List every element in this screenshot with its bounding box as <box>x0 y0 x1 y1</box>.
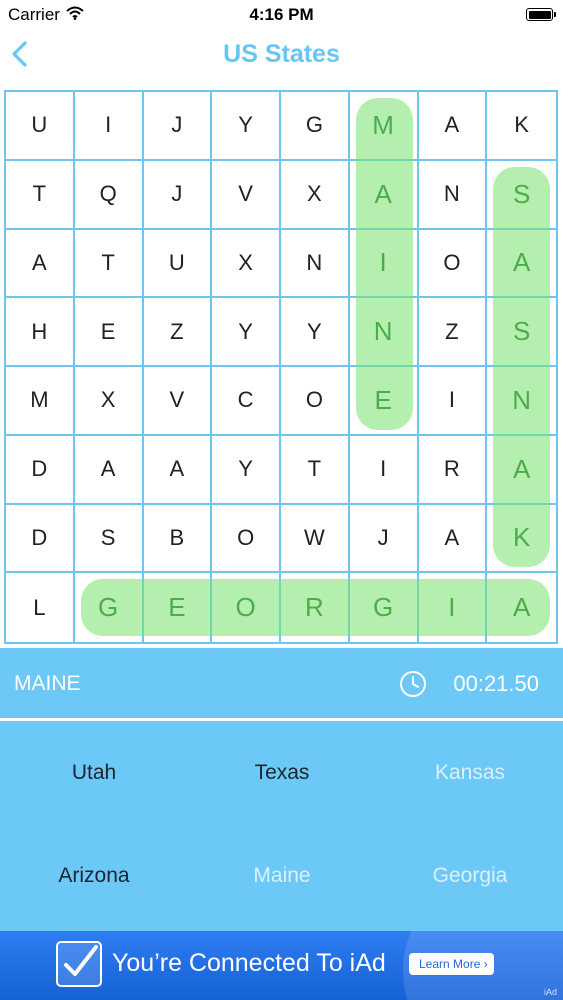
grid-cell[interactable]: B <box>143 504 213 574</box>
grid-cell[interactable]: S <box>487 161 556 230</box>
word-maine: Maine <box>253 864 311 887</box>
grid-cell[interactable]: X <box>74 367 144 436</box>
word-utah: Utah <box>71 761 117 784</box>
grid-cell[interactable]: A <box>418 92 488 161</box>
grid-cell[interactable]: G <box>350 573 419 642</box>
grid-cell[interactable]: R <box>418 435 488 505</box>
grid-cell[interactable]: N <box>418 160 488 230</box>
word-search-grid[interactable]: UIJYGMAKTQJVXANSATUXNIOAHEZYYNZSMXVCOEIN… <box>4 90 558 644</box>
timer: 00:21.50 <box>453 671 539 696</box>
grid-cell[interactable]: L <box>6 573 75 642</box>
grid-cell[interactable]: I <box>349 229 419 299</box>
grid-cell[interactable]: M <box>349 92 419 161</box>
grid-cell[interactable]: I <box>418 367 488 436</box>
grid-cell[interactable]: N <box>281 229 350 299</box>
grid-cell[interactable]: O <box>418 229 488 299</box>
learn-more-label: Learn More <box>419 957 481 971</box>
grid-cell[interactable]: S <box>74 504 144 574</box>
grid-cell[interactable]: J <box>143 160 213 230</box>
word-texas: Texas <box>254 761 310 784</box>
grid-cell[interactable]: Z <box>418 298 488 367</box>
chevron-right-icon: › <box>483 957 488 971</box>
grid-cell[interactable]: U <box>6 92 75 161</box>
grid-cell[interactable]: R <box>281 573 350 642</box>
grid-cell[interactable]: C <box>212 367 281 436</box>
grid-cell[interactable]: A <box>487 573 556 642</box>
checkmark-icon <box>56 941 102 987</box>
grid-cell[interactable]: D <box>6 435 75 505</box>
learn-more-button[interactable]: Learn More › <box>409 953 494 975</box>
status-strip: MAINE 00:21.50 <box>0 648 563 718</box>
grid-cell[interactable]: W <box>281 504 350 574</box>
grid-cell[interactable]: V <box>212 160 281 230</box>
page-title: US States <box>223 40 340 68</box>
iad-badge: iAd <box>543 987 557 997</box>
grid-cell[interactable]: J <box>143 92 213 161</box>
battery-icon <box>526 8 556 21</box>
grid-cell[interactable]: H <box>6 298 75 367</box>
grid-cell[interactable]: A <box>349 160 419 230</box>
grid-cell[interactable]: K <box>487 505 556 574</box>
word-georgia: Georgia <box>432 864 508 887</box>
grid-cell[interactable]: A <box>487 436 556 505</box>
grid-cell[interactable]: K <box>487 92 556 161</box>
grid-cell[interactable]: N <box>487 367 556 436</box>
clock-time: 4:16 PM <box>249 5 314 24</box>
grid-cell[interactable]: A <box>487 230 556 299</box>
grid-cell[interactable]: S <box>487 298 556 367</box>
status-bar: Carrier 4:16 PM <box>0 0 563 30</box>
grid-cell[interactable]: Q <box>74 160 144 230</box>
current-word-label: MAINE <box>14 672 81 695</box>
grid-cell[interactable]: D <box>6 504 75 574</box>
grid-cell[interactable]: E <box>74 298 144 367</box>
grid-cell[interactable]: V <box>143 367 213 436</box>
grid-cell[interactable]: G <box>281 92 350 161</box>
ad-text: You’re Connected To iAd <box>112 949 386 977</box>
grid-cell[interactable]: A <box>418 504 488 574</box>
grid-cell[interactable]: J <box>349 504 419 574</box>
grid-cell[interactable]: Y <box>281 298 350 367</box>
grid-cell[interactable]: U <box>143 229 213 299</box>
grid-cell[interactable]: X <box>281 160 350 230</box>
grid-cell[interactable]: E <box>144 573 213 642</box>
word-kansas: Kansas <box>434 761 506 784</box>
grid-cell[interactable]: N <box>349 298 419 367</box>
grid-cell[interactable]: E <box>349 367 419 436</box>
iad-banner[interactable]: You’re Connected To iAd Learn More › iAd <box>0 931 563 1000</box>
grid-cell[interactable]: O <box>281 367 350 436</box>
word-list: Utah Texas Kansas Arizona Maine Georgia <box>0 721 563 931</box>
grid-cell[interactable]: Y <box>212 298 281 367</box>
grid-cell[interactable]: X <box>212 229 281 299</box>
grid-cell[interactable]: I <box>74 92 144 161</box>
grid-cell[interactable]: T <box>281 435 350 505</box>
grid-cell[interactable]: O <box>212 573 281 642</box>
grid-cell[interactable]: Y <box>212 92 281 161</box>
grid-cell[interactable]: T <box>6 160 75 230</box>
clock-icon <box>399 670 427 703</box>
grid-cell[interactable]: M <box>6 367 75 436</box>
word-arizona: Arizona <box>58 864 130 887</box>
navigation-bar: US States <box>0 30 563 86</box>
grid-cell[interactable]: A <box>6 229 75 299</box>
grid-cell[interactable]: Z <box>143 298 213 367</box>
grid-cell[interactable]: O <box>212 504 281 574</box>
grid-cell[interactable]: I <box>419 573 488 642</box>
grid-cell[interactable]: G <box>75 573 144 642</box>
grid-cell[interactable]: Y <box>212 435 281 505</box>
grid-cell[interactable]: T <box>74 229 144 299</box>
grid-cell[interactable]: I <box>349 435 419 505</box>
grid-cell[interactable]: A <box>74 435 144 505</box>
grid-cell[interactable]: A <box>143 435 213 505</box>
